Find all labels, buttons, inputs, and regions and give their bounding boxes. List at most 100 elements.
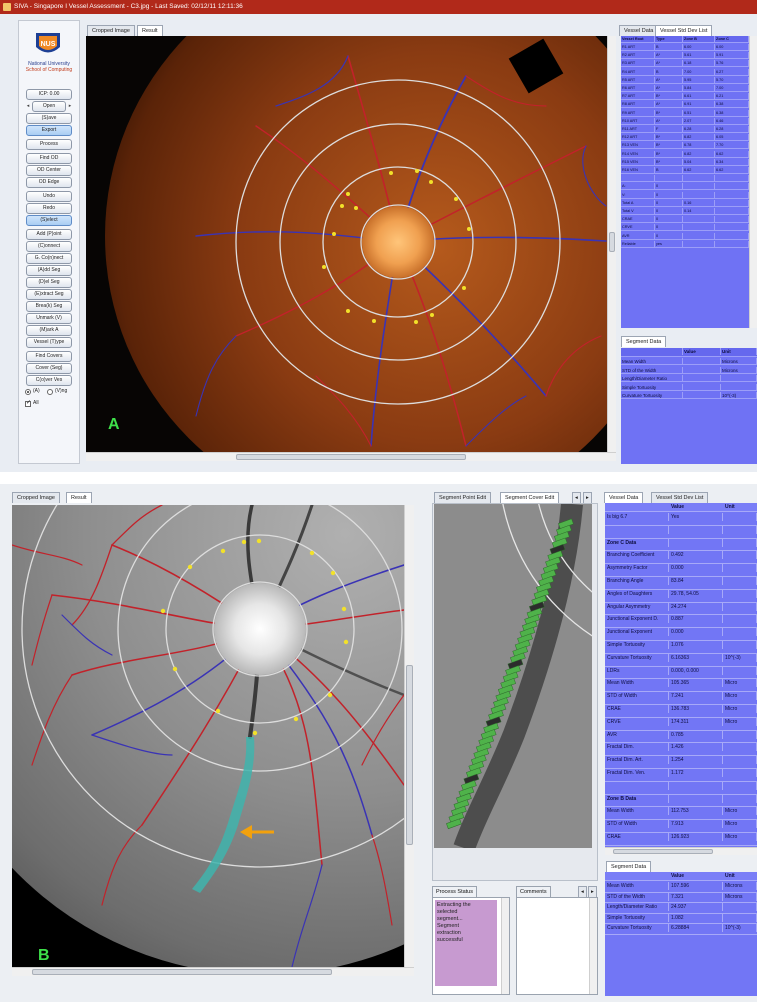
horizontal-scrollbar-b[interactable] (12, 967, 414, 976)
fundus-image-b[interactable]: B (12, 505, 404, 967)
table-cell: R8 ART (621, 101, 655, 109)
sidebar-button-cover-seg[interactable]: Cover (Seg) (26, 363, 72, 374)
zone-marker-b-4[interactable] (330, 570, 336, 576)
table-cell: 126.923 (669, 833, 723, 841)
zone-marker-a-6[interactable] (415, 169, 419, 173)
vessel-table-hscroll[interactable] (605, 847, 757, 855)
sidebar-button-add-p-oint[interactable]: Add (P)oint (26, 229, 72, 240)
tab-cropped-image[interactable]: Cropped Image (87, 25, 135, 36)
sidebar-button-undo[interactable]: Undo (26, 191, 72, 202)
table-scrollbar-a[interactable] (749, 36, 757, 328)
table-cell (715, 208, 749, 215)
scroll-thumb[interactable] (613, 849, 713, 854)
sidebar-button-s-elect[interactable]: (S)elect (26, 215, 72, 226)
zone-marker-a-14[interactable] (346, 309, 350, 313)
zone-marker-a-12[interactable] (414, 320, 418, 324)
tab-vessel-std-b[interactable]: Vessel Std Dev List (651, 492, 709, 503)
zone-marker-b-7[interactable] (327, 692, 333, 698)
sidebar-button-export[interactable]: Export (26, 125, 72, 136)
zone-marker-b-10[interactable] (215, 708, 221, 714)
tab-result-b[interactable]: Result (66, 492, 92, 503)
vertical-scrollbar-b[interactable] (404, 505, 414, 967)
zone-marker-a-3[interactable] (340, 204, 344, 208)
vertical-scrollbar-a[interactable] (607, 36, 616, 452)
sidebar-button-unmark-v[interactable]: Unmark (V) (26, 313, 72, 324)
scroll-thumb[interactable] (32, 969, 332, 975)
scroll-thumb[interactable] (609, 232, 615, 252)
zone-marker-b-5[interactable] (341, 606, 347, 612)
sidebar-button-vessel-t-ype[interactable]: Vessel (T)ype (26, 337, 72, 348)
sidebar-button-e-xtract-seg[interactable]: (E)xtract Seg (26, 289, 72, 300)
zone-marker-b-2[interactable] (256, 538, 262, 544)
sidebar-button-brea-k-seg[interactable]: Brea(k) Seg (26, 301, 72, 312)
tab-vessel-std-a[interactable]: Vessel Std Dev List (655, 25, 713, 36)
optic-disc-a (362, 206, 434, 278)
zone-marker-a-0[interactable] (354, 206, 358, 210)
scroll-thumb[interactable] (406, 665, 413, 845)
sidebar-button-od-edge[interactable]: OD Edge (26, 177, 72, 188)
zone-marker-a-9[interactable] (467, 227, 471, 231)
sidebar-button-process[interactable]: Process (26, 139, 72, 150)
sidebar-button-a-dd-seg[interactable]: (A)dd Seg (26, 265, 72, 276)
zone-marker-a-8[interactable] (454, 197, 458, 201)
comments-arrow-right[interactable]: ▸ (588, 886, 597, 897)
zone-marker-b-9[interactable] (252, 730, 258, 736)
sidebar-button-find-covers[interactable]: Find Covers (26, 351, 72, 362)
sidebar-button-open[interactable]: Open (32, 101, 66, 112)
sidebar-button-od-center[interactable]: OD Center (26, 165, 72, 176)
tab-segment-data-b[interactable]: Segment Data (606, 861, 652, 872)
zone-marker-a-4[interactable] (346, 192, 350, 196)
comments-box[interactable] (516, 897, 598, 995)
zone-marker-b-12[interactable] (160, 608, 166, 614)
sidebar-button-d-el-seg[interactable]: (D)el Seg (26, 277, 72, 288)
radio-option-a[interactable] (25, 389, 31, 395)
status-scrollbar[interactable] (501, 898, 509, 994)
tab-segment-data-a[interactable]: Segment Data (621, 336, 667, 347)
open-right-arrow-icon[interactable]: ▸ (67, 101, 73, 112)
vessel-table-b: Value Unit Is big 6.7 Yes Zone C Data Branchi… (605, 503, 757, 847)
sidebar-button-m-ark-a[interactable]: (M)ark A (26, 325, 72, 336)
zone-marker-a-5[interactable] (389, 171, 393, 175)
table-cell: R2 ART (621, 52, 655, 60)
checkbox-all[interactable] (25, 399, 31, 407)
sidebar-button-c-o-ver-ves[interactable]: C(o)ver Ves (26, 375, 72, 386)
zone-marker-a-10[interactable] (462, 286, 466, 290)
segment-zoom-image[interactable] (434, 504, 592, 848)
zone-marker-a-11[interactable] (430, 313, 434, 317)
sidebar-button-redo[interactable]: Redo (26, 203, 72, 214)
sidebar-button-g-co-n-nect[interactable]: G. Co(n)nect (26, 253, 72, 264)
comments-arrow-left[interactable]: ◂ (578, 886, 587, 897)
table-cell (715, 232, 749, 240)
horizontal-scrollbar-a[interactable] (86, 452, 616, 461)
tab-segment-cover-edit[interactable]: Segment Cover Edit (500, 492, 560, 503)
zone-marker-b-11[interactable] (172, 666, 178, 672)
table-cell: Curvature Tortuosity (605, 653, 669, 662)
zone-marker-b-3[interactable] (309, 550, 315, 556)
zone-marker-a-7[interactable] (429, 180, 433, 184)
sidebar-button-s-ave[interactable]: (S)ave (26, 113, 72, 124)
tab-scroll-left[interactable]: ◂ (572, 492, 581, 503)
sidebar-button-c-onnect[interactable]: (C)onnect (26, 241, 72, 252)
scroll-thumb[interactable] (236, 454, 466, 460)
table-cell: 0.785 (669, 730, 723, 739)
tab-vessel-data-b[interactable]: Vessel Data (604, 492, 644, 503)
tab-vessel-data-a[interactable]: Vessel Data (619, 25, 659, 36)
sidebar-button-icp-0-00[interactable]: ICP: 0.00 (26, 89, 72, 100)
zone-marker-b-6[interactable] (343, 639, 349, 645)
tab-segment-point-edit[interactable]: Segment Point Edit (434, 492, 492, 503)
sidebar-button-find-od[interactable]: Find OD (26, 153, 72, 164)
zone-marker-a-13[interactable] (372, 319, 376, 323)
tab-cropped-image-b[interactable]: Cropped Image (12, 492, 60, 503)
zone-marker-b-13[interactable] (187, 564, 193, 570)
tab-result[interactable]: Result (137, 25, 163, 36)
zone-marker-b-8[interactable] (293, 716, 299, 722)
comments-scrollbar[interactable] (589, 898, 597, 994)
open-left-arrow-icon[interactable]: ◂ (25, 101, 31, 112)
radio-option-v[interactable] (47, 389, 53, 395)
tab-scroll-right[interactable]: ▸ (583, 492, 592, 503)
zone-marker-a-2[interactable] (322, 265, 326, 269)
fundus-image-a[interactable]: A (86, 36, 616, 452)
zone-marker-b-0[interactable] (220, 548, 226, 554)
zone-marker-a-1[interactable] (332, 232, 336, 236)
zone-marker-b-1[interactable] (241, 539, 247, 545)
